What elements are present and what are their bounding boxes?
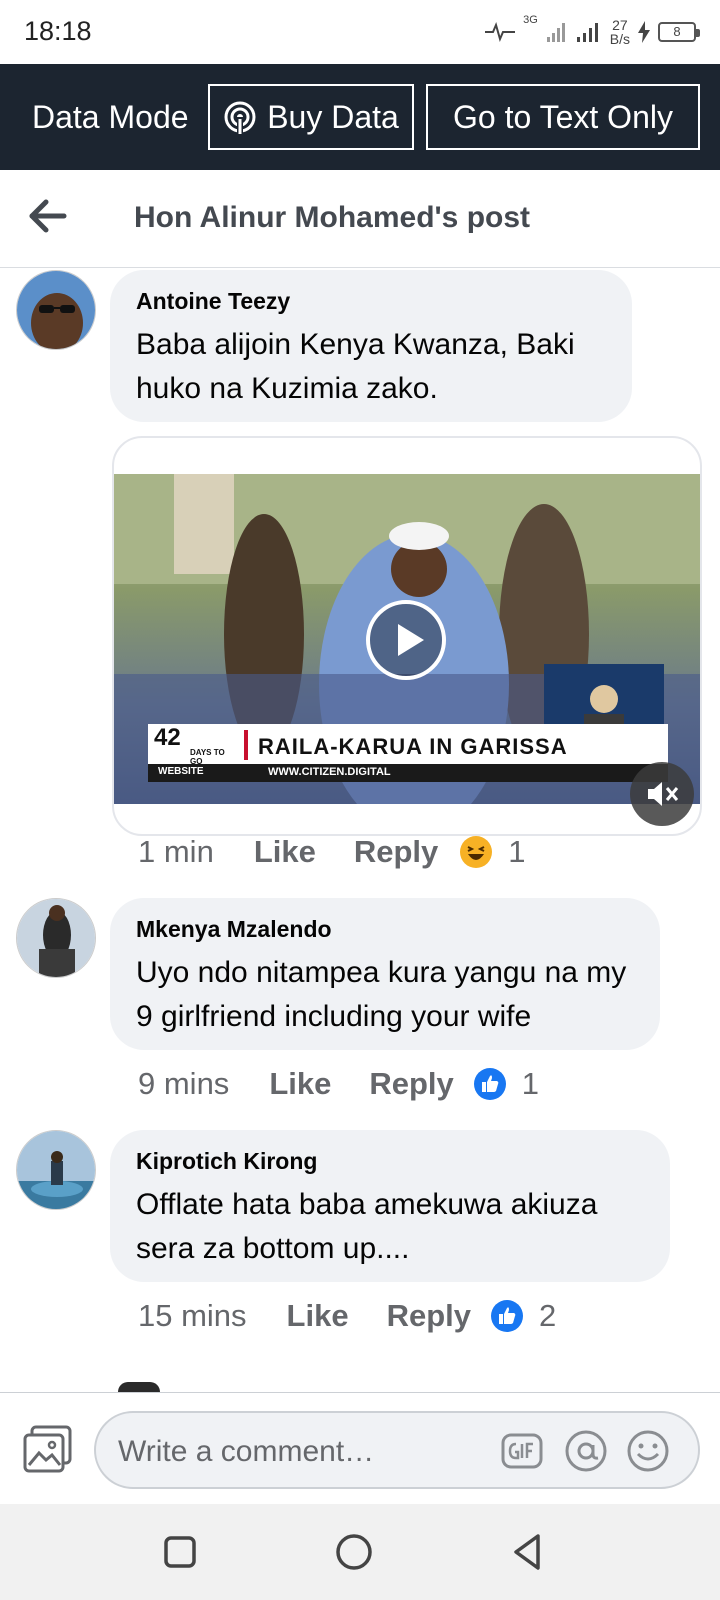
net-speed: 27 B/s — [610, 18, 630, 46]
avatar-mkenya-mzalendo[interactable] — [16, 898, 96, 978]
website-url: WWW.CITIZEN.DIGITAL — [268, 766, 391, 778]
avatar-antoine-teezy[interactable] — [16, 270, 96, 350]
news-ticker: 42 DAYS TO GO RAILA-KARUA IN GARISSA WEB… — [148, 724, 668, 782]
video-thumbnail[interactable]: 42 DAYS TO GO RAILA-KARUA IN GARISSA WEB… — [114, 474, 700, 804]
status-time: 18:18 — [24, 16, 92, 46]
like-reaction-icon[interactable] — [491, 1300, 523, 1332]
play-icon — [398, 624, 424, 656]
avatar-kiprotich-kirong[interactable] — [16, 1130, 96, 1210]
muted-speaker-icon — [648, 782, 679, 806]
comment-actions: 9 mins Like Reply 1 — [138, 1066, 539, 1102]
comment-text: Baba alijoin Kenya Kwanza, Baki huko na … — [136, 328, 575, 405]
comment-actions: 15 mins Like Reply 2 — [138, 1298, 556, 1334]
status-icons: 3G 27 B/s 8 — [485, 14, 700, 50]
photo-icon[interactable] — [22, 1425, 74, 1473]
reply-button[interactable]: Reply — [354, 834, 438, 870]
reply-button[interactable]: Reply — [387, 1298, 471, 1334]
video-attachment[interactable]: 42 DAYS TO GO RAILA-KARUA IN GARISSA WEB… — [112, 436, 702, 836]
comment-text: Offlate hata baba amekuwa akiuza sera za… — [136, 1188, 598, 1265]
comment-time[interactable]: 15 mins — [138, 1298, 247, 1334]
avatar-image — [17, 271, 95, 349]
gif-icon[interactable] — [500, 1429, 544, 1473]
days-number: 42 — [154, 724, 181, 751]
avatar-image — [17, 1131, 95, 1209]
charging-icon — [638, 21, 650, 43]
headline-text: RAILA-KARUA IN GARISSA — [258, 734, 568, 759]
comment-time[interactable]: 1 min — [138, 834, 214, 870]
net-speed-unit: B/s — [609, 31, 630, 47]
page-title: Hon Alinur Mohamed's post — [134, 201, 531, 234]
network-type: 3G — [523, 14, 538, 26]
buy-data-button[interactable]: Buy Data — [208, 84, 414, 150]
mute-button[interactable] — [630, 762, 694, 826]
website-bar: WEBSITE WWW.CITIZEN.DIGITAL — [148, 764, 668, 782]
comment-author[interactable]: Mkenya Mzalendo — [136, 916, 634, 943]
comment-author[interactable]: Kiprotich Kirong — [136, 1148, 644, 1175]
comment-bubble[interactable]: Antoine Teezy Baba alijoin Kenya Kwanza,… — [110, 270, 632, 422]
post-header: Hon Alinur Mohamed's post — [0, 170, 720, 268]
comment-bubble[interactable]: Mkenya Mzalendo Uyo ndo nitampea kura ya… — [110, 898, 660, 1050]
website-label: WEBSITE — [158, 766, 204, 777]
haha-face — [467, 846, 485, 860]
mention-icon[interactable] — [564, 1429, 608, 1473]
like-button[interactable]: Like — [287, 1298, 349, 1334]
reaction-count[interactable]: 1 — [522, 1066, 539, 1102]
like-button[interactable]: Like — [254, 834, 316, 870]
comment-time[interactable]: 9 mins — [138, 1066, 229, 1102]
thumbs-up-icon — [499, 1307, 516, 1324]
home-button-icon[interactable] — [332, 1530, 376, 1574]
headline-bar: RAILA-KARUA IN GARISSA — [244, 730, 664, 760]
status-bar: 18:18 3G 27 B/s 8 — [0, 0, 720, 64]
text-only-label: Go to Text Only — [453, 98, 673, 135]
like-button[interactable]: Like — [269, 1066, 331, 1102]
comment-input[interactable]: Write a comment… — [94, 1411, 700, 1489]
broadcast-icon — [224, 101, 256, 134]
signal-icon-2 — [576, 23, 598, 42]
battery-icon: 8 — [658, 22, 700, 42]
activity-icon — [485, 22, 516, 42]
haha-reaction-icon[interactable] — [460, 836, 493, 868]
system-nav-bar — [0, 1504, 720, 1600]
data-mode-label: Data Mode — [32, 98, 189, 135]
comment-bubble[interactable]: Kiprotich Kirong Offlate hata baba ameku… — [110, 1130, 670, 1282]
back-button-icon[interactable] — [506, 1530, 550, 1574]
back-arrow-icon[interactable] — [28, 196, 68, 236]
data-mode-bar: Data Mode Buy Data Go to Text Only — [0, 64, 720, 170]
comment-actions: 1 min Like Reply 1 — [138, 834, 526, 870]
signal-icon-1 — [546, 23, 565, 42]
like-reaction-icon[interactable] — [473, 1068, 506, 1100]
reaction-count[interactable]: 2 — [539, 1298, 556, 1334]
play-button[interactable] — [366, 600, 446, 680]
comment-text: Uyo ndo nitampea kura yangu na my 9 girl… — [136, 956, 627, 1033]
avatar-image — [17, 899, 95, 977]
net-speed-value: 27 — [612, 17, 628, 33]
thumbs-up-icon — [481, 1075, 499, 1092]
comment-author[interactable]: Antoine Teezy — [136, 288, 606, 315]
comment-composer: Write a comment… — [0, 1392, 720, 1504]
reaction-count[interactable]: 1 — [508, 834, 525, 870]
recents-button-icon[interactable] — [158, 1530, 202, 1574]
next-avatar-peek — [118, 1382, 160, 1392]
text-only-button[interactable]: Go to Text Only — [426, 84, 700, 150]
emoji-icon[interactable] — [626, 1429, 670, 1473]
comment-placeholder: Write a comment… — [118, 1435, 375, 1468]
buy-data-label: Buy Data — [267, 98, 399, 135]
reply-button[interactable]: Reply — [369, 1066, 453, 1102]
